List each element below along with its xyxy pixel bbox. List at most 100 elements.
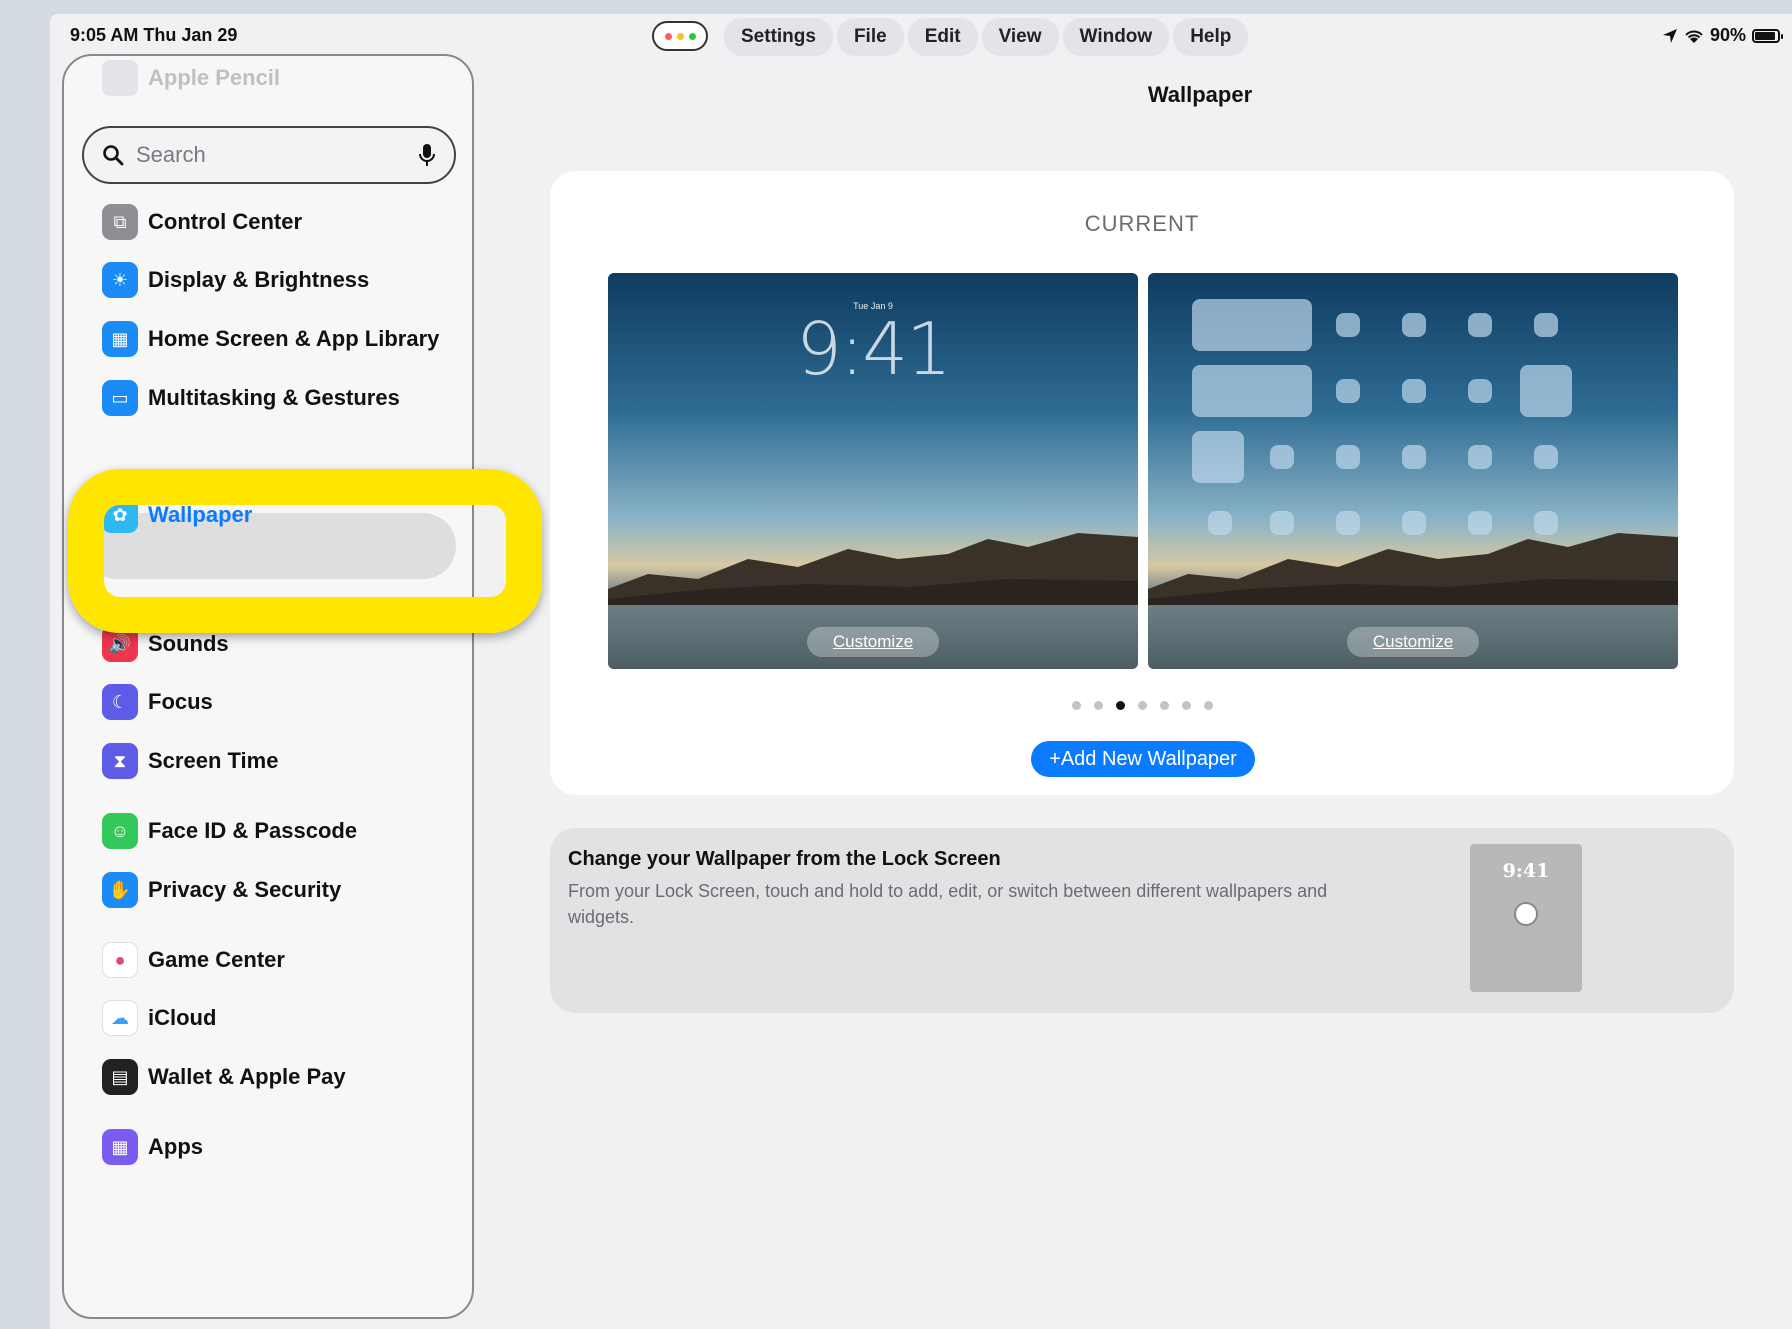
sidebar-item-label: iCloud bbox=[148, 1005, 217, 1030]
sidebar-item-wallet-apple-pay[interactable]: ▤ Wallet & Apple Pay bbox=[102, 1057, 346, 1097]
lock-screen-tip-card: Change your Wallpaper from the Lock Scre… bbox=[550, 828, 1734, 1013]
window-dot bbox=[676, 32, 684, 40]
ipad-screen: 9:05 AM Thu Jan 29 90% Settings File Edi… bbox=[50, 14, 1792, 1329]
location-icon bbox=[1662, 28, 1677, 43]
app-tile bbox=[1402, 379, 1426, 403]
app-tile bbox=[1534, 511, 1558, 535]
app-tile bbox=[1270, 511, 1294, 535]
search-input[interactable]: Search bbox=[136, 142, 406, 168]
app-tile bbox=[1336, 313, 1360, 337]
sidebar-item-focus[interactable]: ☾ Focus bbox=[102, 682, 213, 722]
sidebar-item-label: Focus bbox=[148, 689, 213, 714]
sidebar-item-icloud[interactable]: ☁ iCloud bbox=[102, 998, 216, 1038]
settings-sidebar: Apple Pencil Search ⧉ Control Center ☀ Disp… bbox=[62, 54, 474, 1319]
sidebar-item-label: Home Screen & App Library bbox=[148, 326, 440, 351]
sidebar-item-label: Privacy & Security bbox=[148, 877, 342, 902]
wallet-icon: ▤ bbox=[102, 1059, 138, 1095]
battery-icon bbox=[1752, 28, 1783, 43]
page-dot[interactable] bbox=[1071, 701, 1081, 710]
battery-percent: 90% bbox=[1709, 25, 1746, 45]
sidebar-item-display-brightness[interactable]: ☀ Display & Brightness bbox=[102, 260, 369, 300]
face-id-icon: ☺ bbox=[102, 813, 138, 849]
app-tile bbox=[1520, 365, 1572, 417]
yellow-highlight-box bbox=[68, 469, 542, 633]
mountains-graphic bbox=[1148, 533, 1678, 609]
lock-screen-illustration: 9:41 bbox=[1470, 844, 1582, 992]
app-tile bbox=[1192, 299, 1312, 351]
sidebar-item-label: Sounds bbox=[148, 631, 229, 656]
sidebar-item-privacy-security[interactable]: ✋ Privacy & Security bbox=[102, 870, 341, 910]
apps-grid-icon: ▦ bbox=[102, 1129, 138, 1165]
current-label: CURRENT bbox=[1084, 211, 1200, 236]
app-tile bbox=[1336, 445, 1360, 469]
app-tile bbox=[1534, 445, 1558, 469]
sidebar-item-label: Game Center bbox=[148, 947, 285, 972]
menu-help[interactable]: Help bbox=[1173, 18, 1249, 56]
wifi-icon bbox=[1685, 30, 1703, 43]
moon-icon: ☾ bbox=[102, 684, 138, 720]
game-center-icon: ● bbox=[102, 942, 138, 978]
window-controls-button[interactable] bbox=[652, 21, 708, 51]
sidebar-item-face-id-passcode[interactable]: ☺ Face ID & Passcode bbox=[102, 811, 357, 851]
search-icon bbox=[103, 145, 124, 166]
page-dot[interactable] bbox=[1137, 701, 1147, 710]
sidebar-item-game-center[interactable]: ● Game Center bbox=[102, 940, 285, 980]
page-title: Wallpaper bbox=[1147, 82, 1253, 107]
page-dot[interactable] bbox=[1115, 701, 1125, 710]
cloud-icon: ☁ bbox=[102, 1000, 138, 1036]
lock-screen-preview[interactable]: Tue Jan 9 9:41 Customize bbox=[608, 273, 1138, 669]
sidebar-item-label: Screen Time bbox=[148, 748, 279, 773]
menu-file[interactable]: File bbox=[836, 18, 904, 56]
add-new-wallpaper-button[interactable]: +Add New Wallpaper bbox=[1031, 741, 1255, 777]
customize-lock-button[interactable]: Customize bbox=[807, 627, 939, 657]
status-time: 9:05 AM Thu Jan 29 bbox=[70, 25, 238, 45]
sidebar-item-label: Face ID & Passcode bbox=[148, 818, 358, 843]
app-tile bbox=[1402, 445, 1426, 469]
app-tile bbox=[1468, 445, 1492, 469]
pencil-icon bbox=[102, 60, 138, 96]
app-tile bbox=[1468, 313, 1492, 337]
page-dot[interactable] bbox=[1181, 701, 1191, 710]
status-indicators: 90% bbox=[1662, 25, 1783, 46]
hourglass-icon: ⧗ bbox=[102, 743, 138, 779]
sidebar-item-home-screen-app-library[interactable]: ▦ Home Screen & App Library bbox=[102, 319, 439, 359]
sidebar-item-multitasking-gestures[interactable]: ▭ Multitasking & Gestures bbox=[102, 378, 400, 418]
battery-fill bbox=[1755, 31, 1775, 40]
sidebar-item-label: Control Center bbox=[148, 209, 302, 234]
sidebar-item-apple-pencil[interactable]: Apple Pencil bbox=[102, 60, 280, 96]
menu-bar: Settings File Edit View Window Help bbox=[724, 18, 1249, 56]
search-field[interactable]: Search bbox=[82, 126, 456, 184]
sidebar-item-label: Wallet & Apple Pay bbox=[148, 1064, 346, 1089]
sidebar-item-label: Apple Pencil bbox=[148, 65, 281, 90]
app-tile bbox=[1270, 445, 1294, 469]
sidebar-item-label: Apps bbox=[148, 1134, 203, 1159]
home-screen-preview[interactable]: Customize bbox=[1148, 273, 1678, 669]
sidebar-item-apps[interactable]: ▦ Apps bbox=[102, 1127, 203, 1167]
current-wallpaper-card: CURRENT Tue Jan 9 9:41 Customize Customi… bbox=[550, 171, 1734, 795]
page-dot[interactable] bbox=[1159, 701, 1169, 710]
customize-home-button[interactable]: Customize bbox=[1347, 627, 1479, 657]
sidebar-item-label: Multitasking & Gestures bbox=[148, 385, 400, 410]
microphone-icon[interactable] bbox=[418, 143, 436, 167]
app-tile bbox=[1336, 511, 1360, 535]
menu-edit[interactable]: Edit bbox=[907, 18, 978, 56]
sidebar-item-control-center[interactable]: ⧉ Control Center bbox=[102, 202, 302, 242]
app-tile bbox=[1402, 313, 1426, 337]
app-tile bbox=[1208, 511, 1232, 535]
tip-title: Change your Wallpaper from the Lock Scre… bbox=[568, 848, 1001, 870]
multitasking-icon: ▭ bbox=[102, 380, 138, 416]
window-dot bbox=[688, 32, 696, 40]
sidebar-item-screen-time[interactable]: ⧗ Screen Time bbox=[102, 741, 278, 781]
page-indicator[interactable] bbox=[550, 701, 1734, 710]
page-dot[interactable] bbox=[1203, 701, 1213, 710]
app-tile bbox=[1534, 313, 1558, 337]
page-dot[interactable] bbox=[1093, 701, 1103, 710]
switches-icon: ⧉ bbox=[102, 204, 138, 240]
touch-point-icon bbox=[1514, 902, 1538, 926]
app-tile bbox=[1402, 511, 1426, 535]
menu-window[interactable]: Window bbox=[1062, 18, 1170, 56]
home-screen-icon: ▦ bbox=[102, 321, 138, 357]
menu-view[interactable]: View bbox=[981, 18, 1059, 56]
lock-time: 9:41 bbox=[796, 307, 952, 391]
menu-settings[interactable]: Settings bbox=[724, 18, 833, 56]
